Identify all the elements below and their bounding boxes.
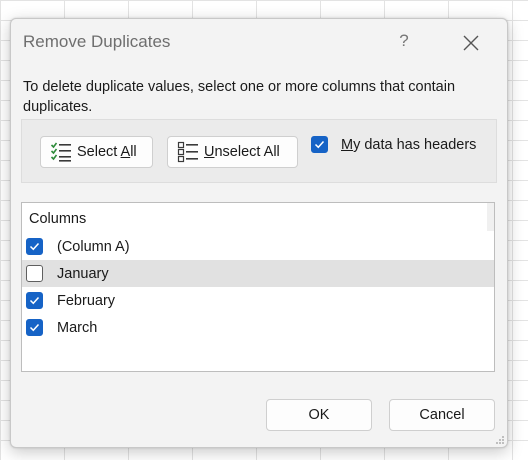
list-scrollbar[interactable] xyxy=(487,203,494,231)
title-bar[interactable]: Remove Duplicates ? xyxy=(11,19,507,63)
close-button[interactable] xyxy=(459,31,483,55)
help-button[interactable]: ? xyxy=(396,31,412,51)
unselect-all-button[interactable]: Unselect All xyxy=(167,136,298,168)
my-data-has-headers-checkbox[interactable]: My data has headers xyxy=(311,136,476,153)
column-a-checkbox[interactable] xyxy=(26,238,43,255)
headers-checkbox-box[interactable] xyxy=(311,136,328,153)
select-all-label: Select All xyxy=(77,144,137,160)
options-group: Select All Unselect All My data has head… xyxy=(21,119,497,183)
column-row-january[interactable]: January xyxy=(22,260,494,287)
remove-duplicates-dialog: Remove Duplicates ? To delete duplicate … xyxy=(10,18,508,448)
columns-rows: (Column A) January February March xyxy=(22,233,494,341)
column-row-label: February xyxy=(57,292,116,309)
select-all-button[interactable]: Select All xyxy=(40,136,153,168)
cancel-button[interactable]: Cancel xyxy=(389,399,495,431)
checkmark-icon xyxy=(29,242,40,251)
checkmark-icon xyxy=(29,323,40,332)
unselect-all-icon xyxy=(177,141,198,163)
january-checkbox[interactable] xyxy=(26,265,43,282)
ok-button[interactable]: OK xyxy=(266,399,372,431)
headers-checkbox-label: My data has headers xyxy=(341,136,477,153)
march-checkbox[interactable] xyxy=(26,319,43,336)
column-row-column-a[interactable]: (Column A) xyxy=(22,233,494,260)
column-row-label: January xyxy=(57,265,109,282)
column-row-label: (Column A) xyxy=(57,238,130,255)
column-row-march[interactable]: March xyxy=(22,314,494,341)
columns-header: Columns xyxy=(29,211,87,227)
checkmark-icon xyxy=(314,140,325,149)
columns-list[interactable]: Columns (Column A) January February Marc… xyxy=(21,202,495,372)
unselect-all-label: Unselect All xyxy=(204,144,280,160)
february-checkbox[interactable] xyxy=(26,292,43,309)
instructions-text: To delete duplicate values, select one o… xyxy=(23,79,456,115)
close-icon xyxy=(463,35,479,51)
checkmark-icon xyxy=(29,296,40,305)
resize-grip-icon[interactable] xyxy=(495,435,505,445)
dialog-title: Remove Duplicates xyxy=(23,32,171,51)
column-row-label: March xyxy=(57,319,98,336)
select-all-icon xyxy=(50,142,71,162)
column-row-february[interactable]: February xyxy=(22,287,494,314)
